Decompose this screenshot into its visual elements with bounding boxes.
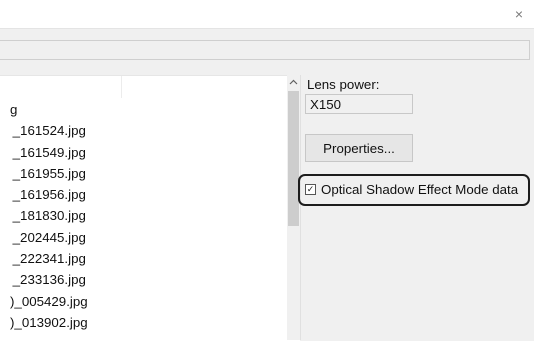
list-item[interactable]: _233136.jpg: [10, 269, 88, 290]
close-icon: ×: [514, 6, 524, 22]
list-item[interactable]: )_013902.jpg: [10, 312, 88, 333]
list-item[interactable]: _161956.jpg: [10, 184, 88, 205]
scroll-up-button[interactable]: [287, 75, 300, 89]
list-item[interactable]: _181830.jpg: [10, 205, 88, 226]
optical-shadow-checkbox[interactable]: ✓: [305, 184, 316, 195]
title-bar: ×: [0, 0, 534, 29]
list-item[interactable]: _161549.jpg: [10, 142, 88, 163]
file-items: g _161524.jpg _161549.jpg _161955.jpg _1…: [10, 99, 88, 333]
scroll-thumb[interactable]: [288, 91, 299, 226]
list-item[interactable]: _161955.jpg: [10, 163, 88, 184]
panel-divider: [300, 75, 301, 340]
file-list[interactable]: g _161524.jpg _161549.jpg _161955.jpg _1…: [0, 75, 300, 341]
list-item[interactable]: _161524.jpg: [10, 120, 88, 141]
list-item[interactable]: _202445.jpg: [10, 227, 88, 248]
list-item[interactable]: g: [10, 99, 88, 120]
list-item[interactable]: )_005429.jpg: [10, 291, 88, 312]
close-button[interactable]: ×: [504, 0, 534, 28]
list-item[interactable]: _222341.jpg: [10, 248, 88, 269]
file-list-scrollbar[interactable]: [287, 75, 300, 340]
optical-shadow-label: Optical Shadow Effect Mode data: [321, 182, 519, 197]
column-divider[interactable]: [121, 76, 122, 98]
lens-power-field: X150: [305, 94, 413, 114]
chevron-up-icon: [289, 79, 298, 85]
lens-power-label: Lens power:: [307, 77, 380, 92]
path-field[interactable]: [0, 40, 530, 60]
check-icon: ✓: [306, 184, 315, 194]
optical-shadow-option[interactable]: ✓ Optical Shadow Effect Mode data: [305, 182, 518, 197]
properties-button[interactable]: Properties...: [305, 134, 413, 162]
